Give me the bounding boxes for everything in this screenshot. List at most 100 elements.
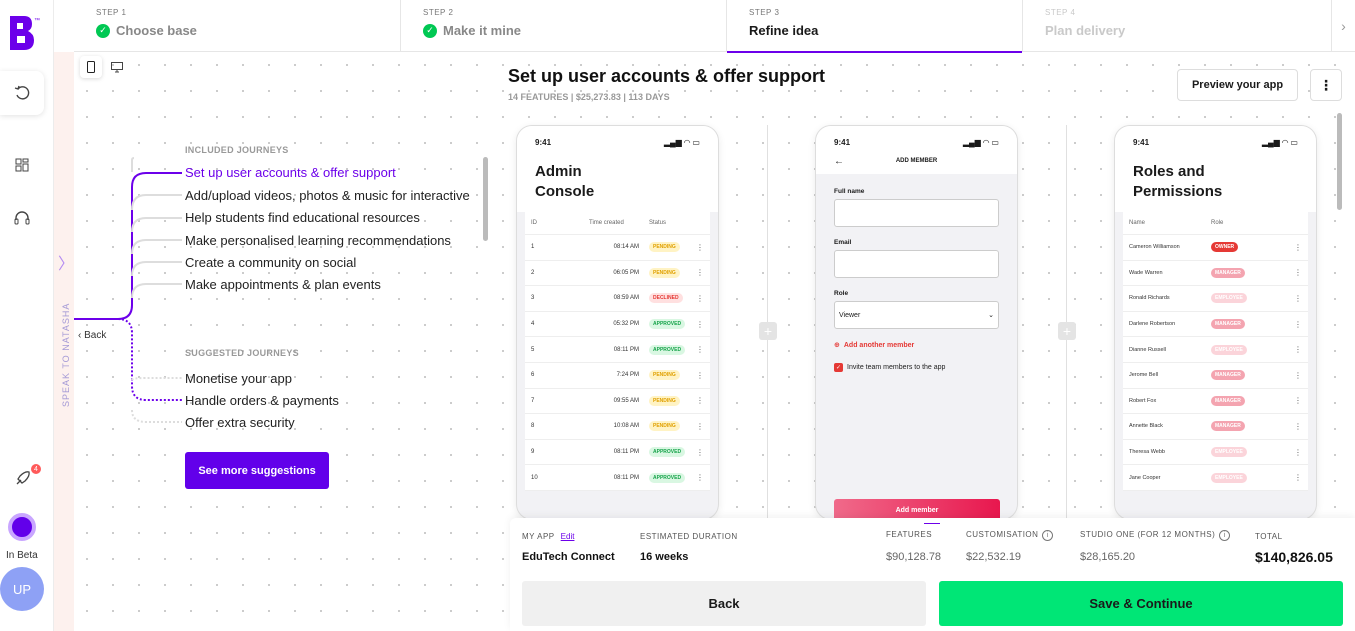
table-row[interactable]: 10 08:11 PM APPROVED ⋮ bbox=[525, 465, 710, 491]
row-id: 6 bbox=[531, 372, 535, 379]
row-menu-icon[interactable]: ⋮ bbox=[696, 268, 704, 277]
back-arrow-icon[interactable]: ← bbox=[834, 156, 844, 167]
add-screen-icon[interactable]: + bbox=[759, 322, 777, 340]
collapse-handle[interactable] bbox=[924, 518, 940, 524]
add-screen-icon[interactable]: + bbox=[1058, 322, 1076, 340]
preview-app-button[interactable]: Preview your app bbox=[1177, 69, 1298, 101]
journey-item[interactable]: Make appointments & plan events bbox=[185, 277, 381, 292]
screens-scrollbar[interactable] bbox=[1337, 113, 1342, 210]
journey-item[interactable]: Create a community on social bbox=[185, 255, 356, 270]
headset-support-icon[interactable] bbox=[0, 197, 44, 241]
more-options-icon[interactable]: ⋮ bbox=[1310, 69, 1342, 101]
table-row[interactable]: Robert Fox MANAGER ⋮ bbox=[1123, 389, 1308, 415]
status-badge: DECLINED bbox=[649, 293, 683, 304]
row-id: 9 bbox=[531, 449, 535, 456]
user-avatar[interactable]: UP bbox=[0, 567, 44, 611]
desktop-view-icon[interactable] bbox=[106, 56, 128, 78]
save-continue-button[interactable]: Save & Continue bbox=[939, 581, 1343, 626]
trademark-mark: ™ bbox=[34, 18, 40, 24]
checkbox-checked-icon[interactable]: ✓ bbox=[834, 363, 843, 372]
table-row[interactable]: 3 08:59 AM DECLINED ⋮ bbox=[525, 286, 710, 312]
table-row[interactable]: 1 08:14 AM PENDING ⋮ bbox=[525, 235, 710, 261]
row-menu-icon[interactable]: ⋮ bbox=[1294, 422, 1302, 431]
chevron-right-icon[interactable]: 〉 bbox=[58, 250, 74, 274]
add-member-button[interactable]: Add member bbox=[834, 499, 1000, 519]
row-menu-icon[interactable]: ⋮ bbox=[1294, 243, 1302, 252]
journey-item[interactable]: Help students find educational resources bbox=[185, 210, 420, 225]
row-menu-icon[interactable]: ⋮ bbox=[1294, 320, 1302, 329]
suggested-journey-item[interactable]: Monetise your app bbox=[185, 371, 292, 386]
step-3[interactable]: STEP 3 Refine idea bbox=[727, 0, 1023, 53]
journey-item[interactable]: Make personalised learning recommendatio… bbox=[185, 233, 451, 248]
info-icon[interactable]: i bbox=[1219, 530, 1231, 541]
add-another-member-link[interactable]: ⊕ Add another member bbox=[834, 341, 999, 350]
table-row[interactable]: Annette Black MANAGER ⋮ bbox=[1123, 414, 1308, 440]
journey-item[interactable]: Set up user accounts & offer support bbox=[185, 165, 396, 180]
speak-to-natasha-panel[interactable]: 〉 SPEAK TO NATASHA bbox=[54, 52, 74, 631]
suggested-journey-item[interactable]: Handle orders & payments bbox=[185, 393, 339, 408]
step-name: Plan delivery bbox=[1045, 23, 1126, 38]
table-row[interactable]: Jerome Bell MANAGER ⋮ bbox=[1123, 363, 1308, 389]
back-button[interactable]: Back bbox=[522, 581, 926, 626]
table-row[interactable]: Ronald Richards EMPLOYEE ⋮ bbox=[1123, 286, 1308, 312]
beta-indicator[interactable] bbox=[8, 513, 36, 541]
step-name: Refine idea bbox=[749, 23, 819, 38]
row-menu-icon[interactable]: ⋮ bbox=[1294, 371, 1302, 380]
row-menu-icon[interactable]: ⋮ bbox=[696, 320, 704, 329]
edit-app-link[interactable]: Edit bbox=[561, 532, 575, 541]
table-row[interactable]: 7 09:55 AM PENDING ⋮ bbox=[525, 389, 710, 415]
row-menu-icon[interactable]: ⋮ bbox=[1294, 473, 1302, 482]
table-row[interactable]: Theresa Webb EMPLOYEE ⋮ bbox=[1123, 440, 1308, 466]
add-member-screen[interactable]: 9:41 ▂▄▆ ◠ ▭ ← ADD MEMBER Full name Email … bbox=[815, 125, 1018, 520]
table-row[interactable]: Cameron Williamson OWNER ⋮ bbox=[1123, 235, 1308, 261]
table-row[interactable]: 4 05:32 PM APPROVED ⋮ bbox=[525, 312, 710, 338]
table-row[interactable]: 8 10:08 AM PENDING ⋮ bbox=[525, 414, 710, 440]
table-row[interactable]: Jane Cooper EMPLOYEE ⋮ bbox=[1123, 465, 1308, 491]
dashboard-icon[interactable] bbox=[0, 143, 44, 187]
row-id: 8 bbox=[531, 423, 535, 430]
chevron-down-icon: ⌄ bbox=[988, 312, 994, 319]
row-menu-icon[interactable]: ⋮ bbox=[696, 294, 704, 303]
email-field[interactable] bbox=[834, 250, 999, 278]
table-row[interactable]: Dianne Russell EMPLOYEE ⋮ bbox=[1123, 337, 1308, 363]
step-4[interactable]: STEP 4 Plan delivery bbox=[1023, 0, 1331, 52]
invite-checkbox-row[interactable]: ✓ Invite team members to the app bbox=[834, 363, 999, 372]
journey-item[interactable]: Add/upload videos, photos & music for in… bbox=[185, 188, 470, 203]
row-menu-icon[interactable]: ⋮ bbox=[1294, 396, 1302, 405]
full-name-field[interactable] bbox=[834, 199, 999, 227]
table-row[interactable]: 9 08:11 PM APPROVED ⋮ bbox=[525, 440, 710, 466]
row-menu-icon[interactable]: ⋮ bbox=[696, 345, 704, 354]
back-link[interactable]: ‹ Back bbox=[78, 330, 106, 341]
role-select[interactable]: Viewer ⌄ bbox=[834, 301, 999, 329]
table-row[interactable]: Wade Warren MANAGER ⋮ bbox=[1123, 261, 1308, 287]
row-menu-icon[interactable]: ⋮ bbox=[1294, 345, 1302, 354]
row-menu-icon[interactable]: ⋮ bbox=[696, 473, 704, 482]
row-menu-icon[interactable]: ⋮ bbox=[696, 396, 704, 405]
chevron-right-icon[interactable]: › bbox=[1331, 0, 1355, 51]
table-row[interactable]: 5 08:11 PM APPROVED ⋮ bbox=[525, 337, 710, 363]
add-another-label: Add another member bbox=[843, 341, 915, 349]
roles-permissions-screen[interactable]: 9:41 ▂▄▆ ◠ ▭ Roles and Permissions Name Ro… bbox=[1114, 125, 1317, 520]
mobile-view-icon[interactable] bbox=[80, 56, 102, 78]
table-row[interactable]: Darlene Robertson MANAGER ⋮ bbox=[1123, 312, 1308, 338]
row-menu-icon[interactable]: ⋮ bbox=[696, 371, 704, 380]
row-menu-icon[interactable]: ⋮ bbox=[1294, 294, 1302, 303]
row-menu-icon[interactable]: ⋮ bbox=[1294, 448, 1302, 457]
info-icon[interactable]: i bbox=[1042, 530, 1054, 541]
admin-console-screen[interactable]: 9:41 ▂▄▆ ◠ ▭ Admin Console ID Time created… bbox=[516, 125, 719, 520]
undo-icon[interactable] bbox=[0, 71, 44, 115]
table-row[interactable]: 6 7:24 PM PENDING ⋮ bbox=[525, 363, 710, 389]
builder-logo[interactable]: ™ bbox=[10, 16, 40, 50]
step-2[interactable]: STEP 2 ✓ Make it mine bbox=[401, 0, 727, 52]
see-more-suggestions-button[interactable]: See more suggestions bbox=[185, 452, 329, 489]
suggested-journey-item[interactable]: Offer extra security bbox=[185, 415, 295, 430]
journey-list-scrollbar[interactable] bbox=[483, 157, 488, 241]
row-menu-icon[interactable]: ⋮ bbox=[696, 243, 704, 252]
admin-table-body: 1 08:14 AM PENDING ⋮ 2 06:05 PM PENDING ⋮ 3 08:59… bbox=[525, 235, 710, 491]
row-menu-icon[interactable]: ⋮ bbox=[696, 448, 704, 457]
column-header: Status bbox=[649, 220, 667, 226]
row-menu-icon[interactable]: ⋮ bbox=[1294, 268, 1302, 277]
step-1[interactable]: STEP 1 ✓ Choose base bbox=[74, 0, 401, 52]
row-menu-icon[interactable]: ⋮ bbox=[696, 422, 704, 431]
table-row[interactable]: 2 06:05 PM PENDING ⋮ bbox=[525, 261, 710, 287]
